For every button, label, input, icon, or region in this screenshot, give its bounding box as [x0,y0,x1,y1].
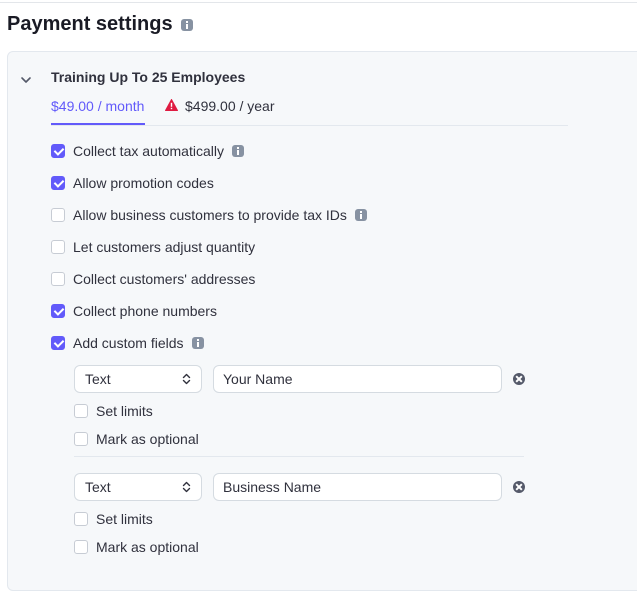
field-type-value: Text [85,479,111,495]
business-tax-ids-checkbox[interactable] [51,208,65,222]
mark-optional-checkbox[interactable] [74,540,88,554]
mark-optional-checkbox[interactable] [74,432,88,446]
option-label: Let customers adjust quantity [73,239,256,255]
promotion-codes-checkbox[interactable] [51,176,65,190]
chevron-down-icon[interactable] [19,73,33,87]
page-title: Payment settings [7,13,193,36]
option-label: Collect phone numbers [73,303,217,319]
field-type-select[interactable]: Text [74,365,202,393]
option-label: Mark as optional [96,431,199,447]
page-title-text: Payment settings [7,13,173,35]
collect-addresses-checkbox[interactable] [51,272,65,286]
field-label-input[interactable] [213,473,502,501]
remove-field-icon[interactable] [513,481,525,493]
option-custom-fields[interactable]: Add custom fields [51,334,204,352]
info-icon[interactable] [354,209,367,221]
remove-field-icon[interactable] [513,373,525,385]
set-limits-checkbox[interactable] [74,404,88,418]
option-label: Allow business customers to provide tax … [73,207,347,223]
field-label-input[interactable] [213,365,502,393]
option-label: Set limits [96,403,153,419]
option-phone-numbers[interactable]: Collect phone numbers [51,302,217,320]
set-limits-checkbox[interactable] [74,512,88,526]
option-label: Mark as optional [96,539,199,555]
custom-fields-checkbox[interactable] [51,336,65,350]
chevron-up-down-icon [182,373,191,385]
set-limits-option[interactable]: Set limits [74,402,153,420]
option-label: Add custom fields [73,335,184,351]
field-type-select[interactable]: Text [74,473,202,501]
info-icon[interactable] [231,145,244,157]
option-label: Collect tax automatically [73,143,224,159]
plan-name: Training Up To 25 Employees [51,69,246,85]
option-label: Allow promotion codes [73,175,214,191]
option-label: Set limits [96,511,153,527]
price-tabs: $49.00 / month $499.00 / year [51,98,568,126]
option-promotion-codes[interactable]: Allow promotion codes [51,174,214,192]
warning-icon [165,99,178,111]
field-divider [74,456,524,457]
collect-tax-checkbox[interactable] [51,144,65,158]
phone-numbers-checkbox[interactable] [51,304,65,318]
tab-monthly-price[interactable]: $49.00 / month [51,98,146,125]
option-collect-tax[interactable]: Collect tax automatically [51,142,244,160]
option-label: Collect customers' addresses [73,271,256,287]
option-collect-addresses[interactable]: Collect customers' addresses [51,270,255,288]
set-limits-option[interactable]: Set limits [74,510,153,528]
info-icon[interactable] [191,337,204,349]
info-icon[interactable] [180,18,193,31]
adjust-quantity-checkbox[interactable] [51,240,65,254]
mark-optional-option[interactable]: Mark as optional [74,430,199,448]
option-adjust-quantity[interactable]: Let customers adjust quantity [51,238,255,256]
top-divider [0,2,637,3]
mark-optional-option[interactable]: Mark as optional [74,538,199,556]
tab-yearly-price[interactable]: $499.00 / year [185,98,275,115]
chevron-up-down-icon [182,481,191,493]
field-type-value: Text [85,371,111,387]
option-business-tax-ids[interactable]: Allow business customers to provide tax … [51,206,367,224]
